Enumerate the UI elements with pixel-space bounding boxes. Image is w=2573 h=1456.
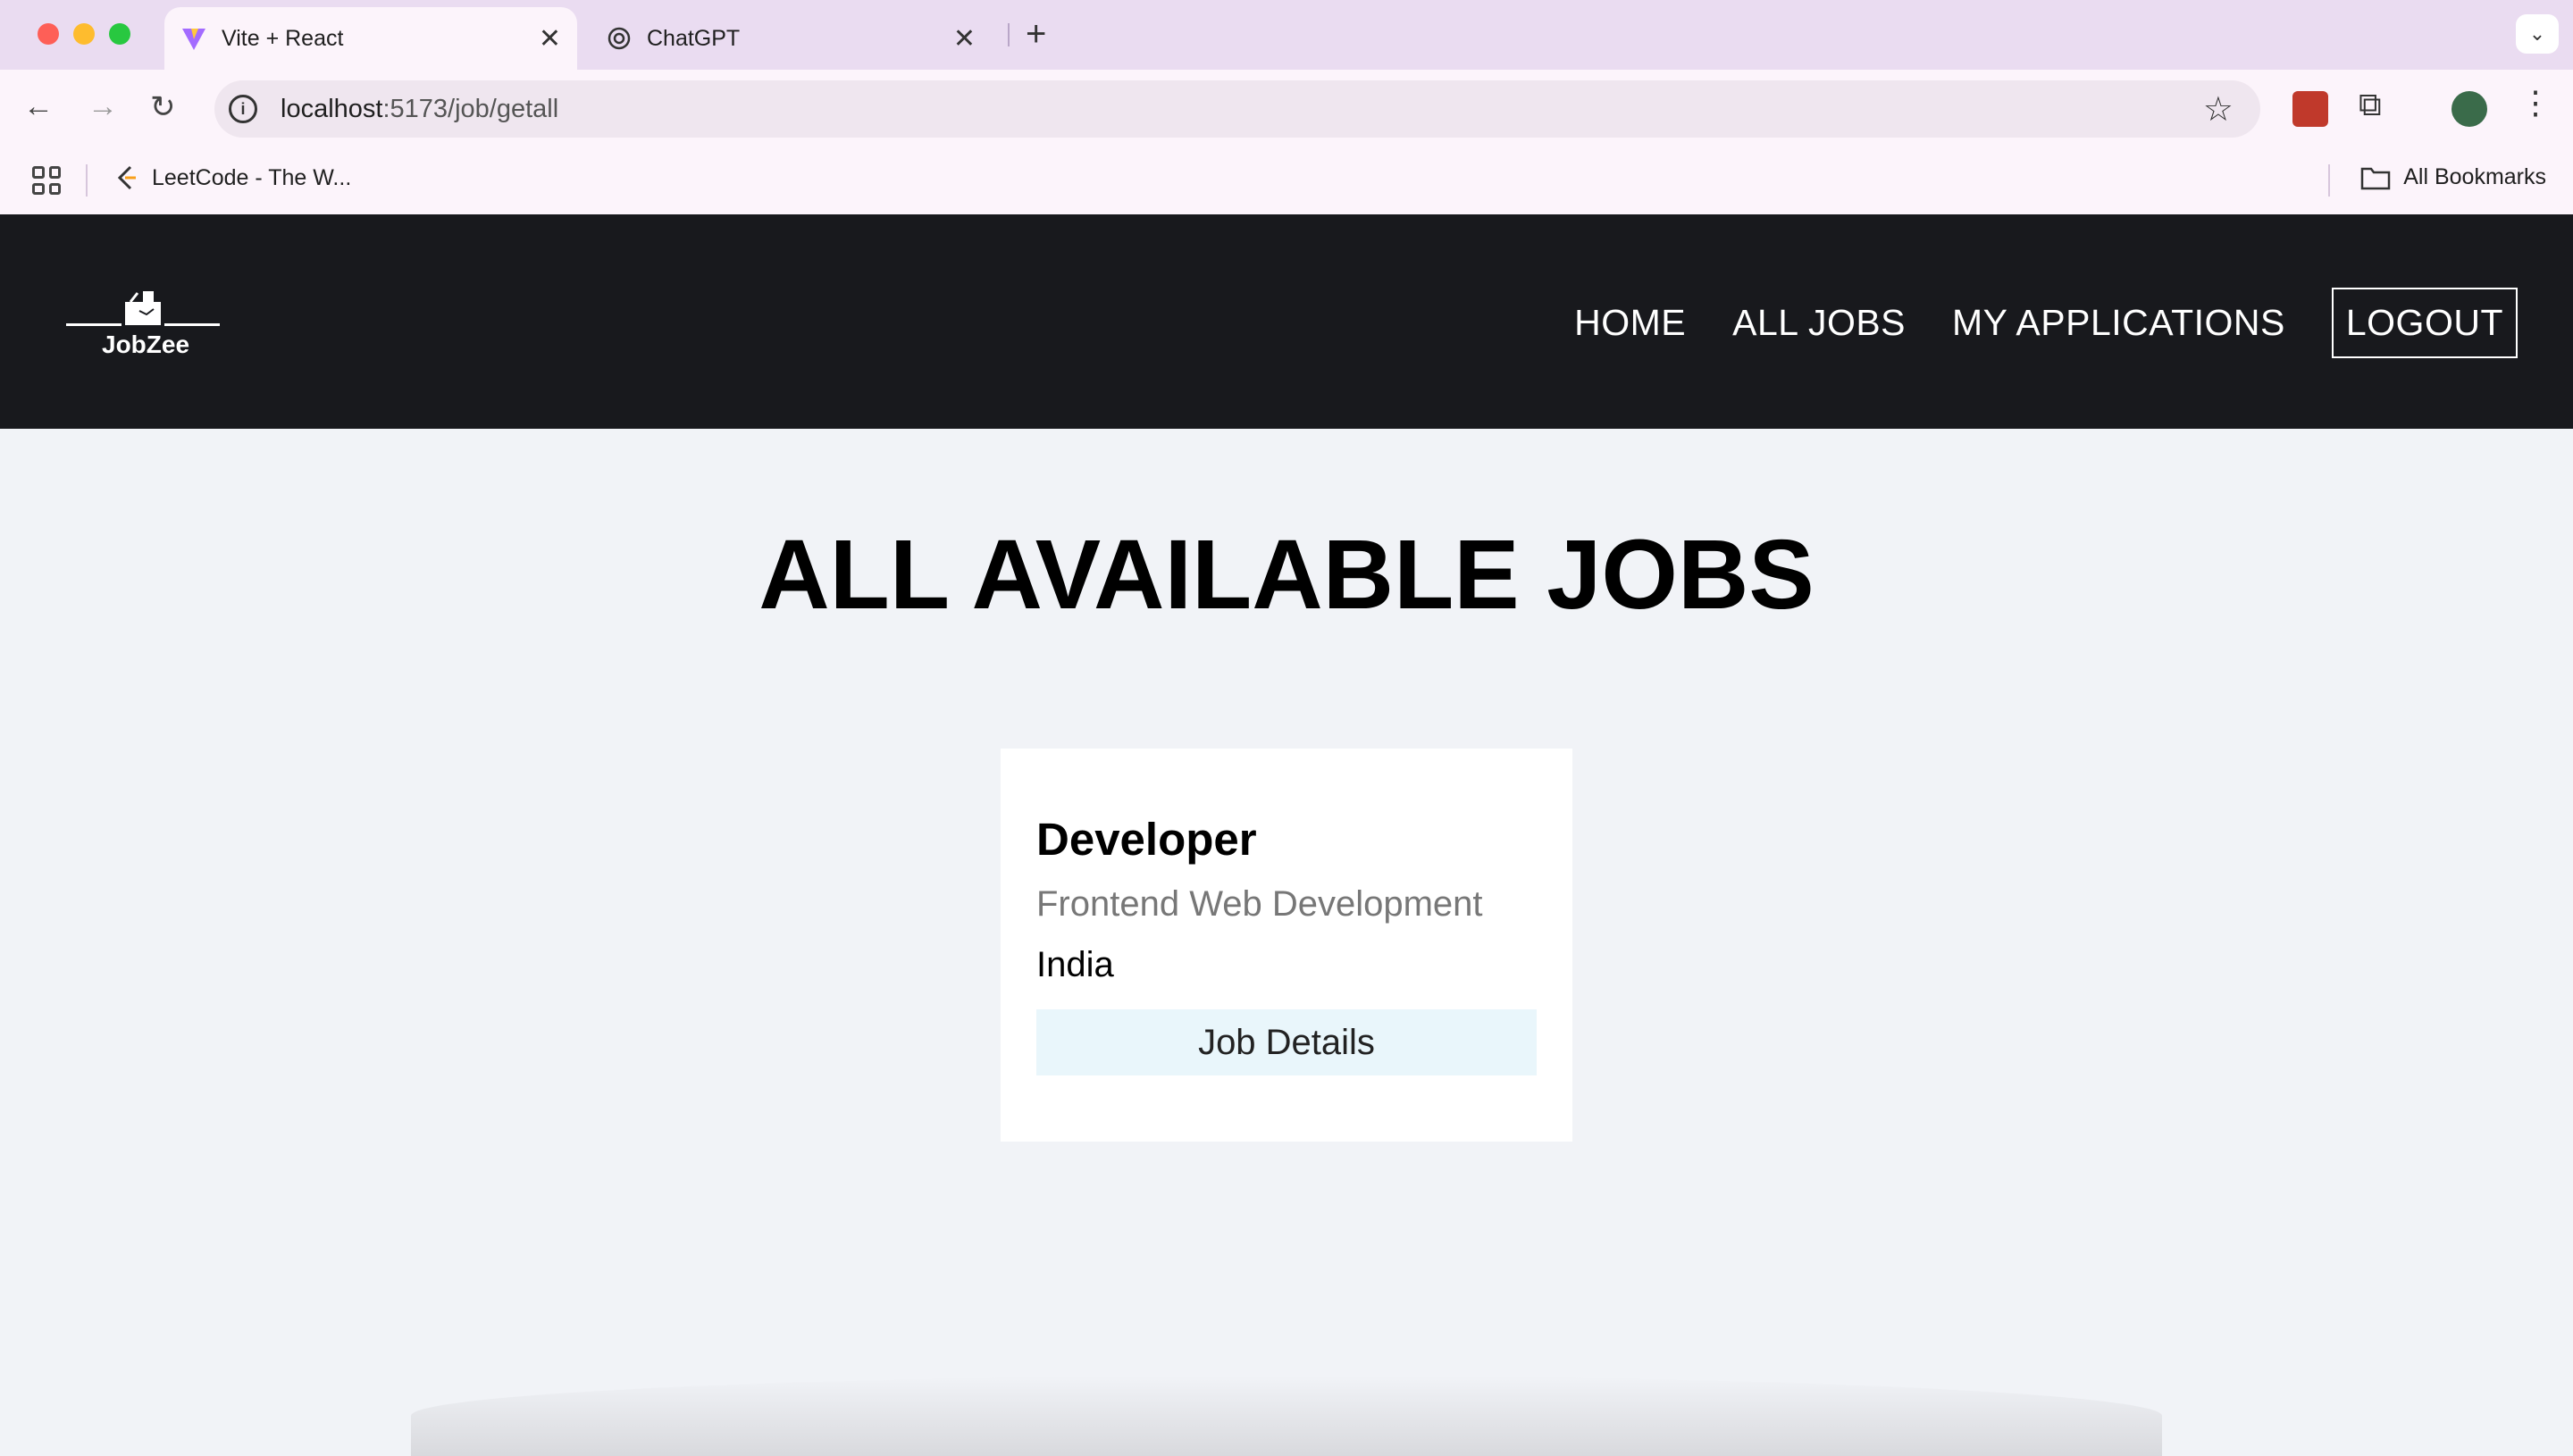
tab-title: Vite + React — [222, 25, 344, 51]
logout-button[interactable]: LOGOUT — [2331, 288, 2518, 358]
tab-chatgpt[interactable]: ChatGPT ✕ — [590, 7, 992, 70]
bookmark-star-icon[interactable]: ☆ — [2203, 89, 2234, 130]
new-tab-icon[interactable]: + — [1026, 14, 1046, 54]
minimize-window-button[interactable] — [73, 23, 95, 45]
avatar[interactable] — [2451, 91, 2487, 127]
brand-name: JobZee — [102, 331, 190, 358]
main-nav: HOME ALL JOBS MY APPLICATIONS LOGOUT — [1574, 288, 2518, 358]
puzzle-icon[interactable]: ⧉ — [2359, 86, 2394, 122]
bottom-shadow — [411, 1376, 2162, 1456]
url-path: :5173/job/getall — [382, 95, 559, 123]
maximize-window-button[interactable] — [109, 23, 130, 45]
job-title: Developer — [1036, 814, 1257, 865]
extension-icon[interactable] — [2292, 91, 2328, 127]
nav-home[interactable]: HOME — [1574, 302, 1686, 344]
address-bar[interactable]: i localhost:5173/job/getall ☆ — [214, 80, 2260, 138]
vite-icon — [180, 25, 207, 52]
tab-title: ChatGPT — [647, 25, 741, 51]
site-info-icon[interactable]: i — [229, 95, 257, 123]
nav-my-applications[interactable]: MY APPLICATIONS — [1952, 302, 2285, 344]
reload-icon[interactable]: ↻ — [150, 89, 176, 125]
bookmarks-bar: LeetCode - The W... All Bookmarks — [0, 152, 2573, 214]
folder-icon — [2360, 167, 2391, 189]
nav-all-jobs[interactable]: ALL JOBS — [1732, 302, 1906, 344]
job-details-button[interactable]: Job Details — [1036, 1009, 1537, 1075]
chatgpt-icon — [606, 25, 633, 52]
apps-grid-icon[interactable] — [32, 166, 61, 195]
divider — [2328, 164, 2330, 197]
jobzee-logo[interactable]: JobZee — [66, 286, 220, 366]
tab-vite-react[interactable]: Vite + React ✕ — [164, 7, 577, 70]
leetcode-icon — [117, 165, 136, 190]
all-bookmarks-button[interactable]: All Bookmarks — [2360, 164, 2546, 190]
logo-icon — [125, 291, 161, 325]
bookmark-label: LeetCode - The W... — [152, 164, 352, 190]
tab-strip: Vite + React ✕ ChatGPT ✕ + ⌄ — [0, 0, 2573, 70]
close-window-button[interactable] — [38, 23, 59, 45]
bookmark-leetcode[interactable]: LeetCode - The W... — [114, 164, 351, 191]
forward-arrow-icon[interactable]: → — [88, 89, 118, 124]
close-tab-icon[interactable]: ✕ — [539, 23, 561, 54]
job-category: Frontend Web Development — [1036, 884, 1483, 924]
all-bookmarks-label: All Bookmarks — [2403, 164, 2546, 189]
divider — [86, 164, 88, 197]
more-menu-icon[interactable]: ⋮ — [2519, 84, 2555, 121]
chevron-down-icon[interactable]: ⌄ — [2516, 14, 2559, 54]
close-tab-icon[interactable]: ✕ — [953, 23, 976, 54]
job-card: Developer Frontend Web Development India… — [1001, 749, 1572, 1142]
page-title: ALL AVAILABLE JOBS — [758, 520, 1815, 630]
url-host: localhost — [281, 95, 383, 123]
logo-line — [164, 323, 220, 326]
back-arrow-icon[interactable]: ← — [23, 89, 54, 124]
url-text[interactable]: localhost:5173/job/getall — [281, 95, 558, 124]
job-country: India — [1036, 945, 1114, 984]
app-navbar: JobZee HOME ALL JOBS MY APPLICATIONS LOG… — [0, 214, 2573, 429]
tab-separator — [1008, 23, 1010, 46]
logo-line — [66, 323, 122, 326]
browser-toolbar: ← → ↻ i localhost:5173/job/getall ☆ ⧉ ⋮ — [0, 70, 2573, 152]
